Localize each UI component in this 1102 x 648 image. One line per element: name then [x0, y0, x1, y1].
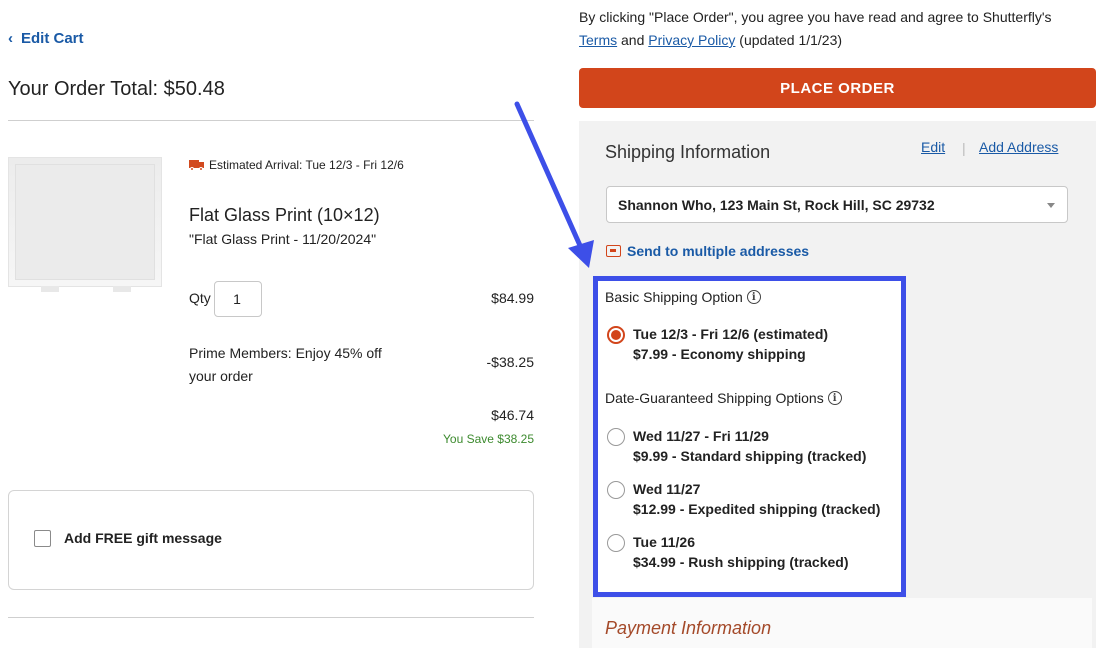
shipping-option-radio-rush[interactable]	[607, 534, 625, 552]
order-total: Your Order Total: $50.48	[8, 78, 225, 100]
privacy-policy-link[interactable]: Privacy Policy	[648, 32, 735, 48]
divider	[8, 120, 534, 121]
discount-value: -$38.25	[486, 354, 534, 370]
consent-and: and	[621, 32, 645, 48]
option-price: $7.99 - Economy shipping	[633, 346, 806, 362]
map-icon	[606, 245, 621, 257]
consent-updated: (updated 1/1/23)	[739, 32, 843, 48]
chevron-left-icon: ‹	[8, 30, 13, 47]
shipping-option-radio-expedited[interactable]	[607, 481, 625, 499]
multi-link-label: Send to multiple addresses	[627, 243, 810, 259]
guaranteed-shipping-heading: Date-Guaranteed Shipping Options i	[605, 390, 842, 406]
shipping-option-expedited[interactable]: Wed 11/27 $12.99 - Expedited shipping (t…	[633, 479, 880, 519]
place-order-button[interactable]: PLACE ORDER	[579, 68, 1096, 108]
guaranteed-shipping-label: Date-Guaranteed Shipping Options	[605, 390, 824, 406]
savings-text: You Save $38.25	[443, 432, 534, 446]
stand-foot	[41, 286, 59, 292]
edit-cart-link[interactable]: ‹ Edit Cart	[8, 30, 84, 47]
gift-message-label[interactable]: Add FREE gift message	[64, 530, 222, 546]
truck-icon	[189, 159, 205, 171]
chevron-down-icon	[1047, 203, 1055, 208]
edit-cart-label: Edit Cart	[21, 30, 84, 47]
qty-label: Qty	[189, 290, 211, 306]
gift-message-checkbox[interactable]	[34, 530, 51, 547]
edit-shipping-link[interactable]: Edit	[921, 139, 945, 155]
option-dates: Wed 11/27 - Fri 11/29	[633, 428, 769, 444]
shipping-option-radio-standard[interactable]	[607, 428, 625, 446]
info-icon[interactable]: i	[746, 290, 761, 304]
quantity-input[interactable]: 1	[214, 281, 262, 317]
add-address-link[interactable]: Add Address	[979, 139, 1058, 155]
stand-foot	[113, 286, 131, 292]
consent-text: By clicking "Place Order", you agree you…	[579, 9, 1052, 25]
discount-label: Prime Members: Enjoy 45% off your order	[189, 345, 382, 384]
address-value: Shannon Who, 123 Main St, Rock Hill, SC …	[618, 196, 935, 213]
option-dates: Tue 11/26	[633, 534, 696, 550]
link-separator: |	[962, 140, 966, 156]
product-thumbnail[interactable]	[8, 157, 162, 292]
shipping-option-rush[interactable]: Tue 11/26 $34.99 - Rush shipping (tracke…	[633, 532, 849, 572]
info-icon[interactable]: i	[827, 391, 842, 405]
option-price: $34.99 - Rush shipping (tracked)	[633, 554, 849, 570]
address-select[interactable]: Shannon Who, 123 Main St, Rock Hill, SC …	[606, 186, 1068, 223]
arrival-text: Estimated Arrival: Tue 12/3 - Fri 12/6	[209, 158, 404, 172]
option-price: $9.99 - Standard shipping (tracked)	[633, 448, 867, 464]
product-name: Flat Glass Print (10×12)	[189, 205, 380, 225]
shipping-option-standard[interactable]: Wed 11/27 - Fri 11/29 $9.99 - Standard s…	[633, 426, 866, 466]
divider	[8, 617, 534, 618]
payment-title: Payment Information	[605, 618, 772, 638]
basic-shipping-heading: Basic Shipping Option i	[605, 289, 761, 305]
option-price: $12.99 - Expedited shipping (tracked)	[633, 501, 881, 517]
basic-shipping-label: Basic Shipping Option	[605, 289, 743, 305]
glass-print-image	[15, 164, 155, 280]
estimated-arrival: Estimated Arrival: Tue 12/3 - Fri 12/6	[189, 158, 404, 172]
project-name: "Flat Glass Print - 11/20/2024"	[189, 231, 377, 247]
arrow-shaft	[514, 101, 585, 253]
item-price: $84.99	[491, 290, 534, 306]
shipping-option-economy[interactable]: Tue 12/3 - Fri 12/6 (estimated) $7.99 - …	[633, 324, 828, 364]
item-subtotal: $46.74	[491, 407, 534, 423]
terms-link[interactable]: Terms	[579, 32, 617, 48]
option-dates: Tue 12/3 - Fri 12/6 (estimated)	[633, 326, 829, 342]
order-consent: By clicking "Place Order", you agree you…	[579, 6, 1101, 52]
shipping-option-radio-economy[interactable]	[607, 326, 625, 344]
option-dates: Wed 11/27	[633, 481, 701, 497]
send-multiple-addresses-link[interactable]: Send to multiple addresses	[606, 243, 809, 259]
shipping-title: Shipping Information	[605, 142, 771, 162]
